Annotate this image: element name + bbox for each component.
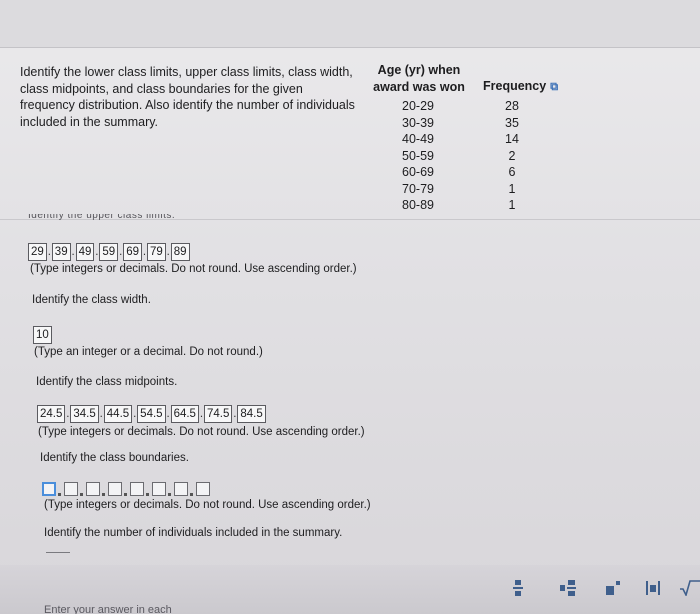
copy-table-icon[interactable]: ⧉ — [550, 81, 558, 94]
upper-limits-answers: 29. 39. 49. 59. 69. 79. 89 — [28, 243, 190, 261]
frequency-cell: 14 — [505, 132, 519, 146]
mixed-number-icon[interactable] — [555, 578, 581, 598]
boundary-input[interactable] — [174, 482, 188, 496]
boundary-input[interactable] — [152, 482, 166, 496]
frequency-cell: 28 — [505, 99, 519, 113]
age-cell: 70-79 — [402, 181, 434, 196]
boundary-input[interactable] — [86, 482, 100, 496]
age-column-header: Age (yr) when award was won — [373, 63, 465, 94]
frequency-cell: 6 — [508, 165, 516, 179]
age-cell: 80-89 — [402, 198, 434, 212]
frequency-cell: 1 — [508, 181, 516, 196]
question-text: Identify the lower class limits, upper c… — [20, 65, 355, 129]
enter-answer-hint: Enter your answer in each — [44, 604, 172, 614]
upper-limit-input[interactable]: 59 — [99, 243, 119, 261]
midpoints-answers: 24.5. 34.5. 44.5. 54.5. 64.5. 74.5. 84.5 — [37, 405, 266, 423]
upper-limits-hint: (Type integers or decimals. Do not round… — [30, 263, 357, 275]
individuals-input[interactable] — [46, 552, 70, 556]
midpoint-input[interactable]: 84.5 — [237, 405, 266, 423]
midpoint-input[interactable]: 24.5 — [37, 405, 66, 423]
upper-limit-input[interactable]: 79 — [146, 243, 166, 261]
age-cell: 20-29 — [402, 99, 434, 113]
age-cell: 50-59 — [402, 148, 434, 163]
homework-page: Identify the lower class limits, upper c… — [0, 0, 700, 614]
top-strip — [0, 0, 700, 48]
cut-off-label: Identify the upper class limits. — [28, 214, 176, 221]
boundary-input[interactable] — [108, 482, 122, 496]
age-cell: 60-69 — [402, 165, 434, 179]
midpoint-input[interactable]: 74.5 — [203, 405, 233, 423]
upper-limit-input[interactable]: 89 — [170, 243, 190, 261]
frequency-cell: 35 — [505, 115, 519, 130]
class-width-input[interactable]: 10 — [33, 326, 52, 344]
boundary-input[interactable] — [130, 482, 144, 496]
frequency-column: 28 35 14 2 6 1 1 — [492, 98, 532, 214]
midpoints-label: Identify the class midpoints. — [36, 376, 178, 388]
class-width-answer: 10 — [33, 326, 52, 344]
upper-limit-input[interactable]: 69 — [123, 243, 142, 261]
frequency-cell: 2 — [508, 148, 516, 163]
upper-limit-input[interactable]: 39 — [51, 243, 71, 261]
midpoint-input[interactable]: 64.5 — [170, 405, 199, 423]
frequency-column-header: Frequency ⧉ — [483, 79, 558, 94]
square-root-icon[interactable] — [680, 578, 700, 598]
boundaries-hint: (Type integers or decimals. Do not round… — [44, 499, 371, 511]
age-cell: 30-39 — [402, 115, 434, 130]
upper-limit-input[interactable]: 29 — [28, 243, 47, 261]
boundaries-label: Identify the class boundaries. — [40, 452, 189, 464]
boundary-input[interactable] — [42, 482, 56, 496]
midpoint-input[interactable]: 44.5 — [103, 405, 133, 423]
boundaries-answers — [42, 482, 212, 496]
boundary-input[interactable] — [196, 482, 210, 496]
absolute-value-icon[interactable] — [640, 578, 666, 598]
frequency-cell: 1 — [508, 198, 516, 212]
age-cell: 40-49 — [402, 132, 434, 146]
frequency-header-label: Frequency — [483, 79, 547, 93]
upper-limit-input[interactable]: 49 — [75, 243, 95, 261]
class-width-label: Identify the class width. — [32, 294, 151, 306]
individuals-label: Identify the number of individuals inclu… — [44, 527, 343, 539]
exponent-icon[interactable] — [600, 578, 626, 598]
midpoint-input[interactable]: 34.5 — [70, 405, 99, 423]
boundary-input[interactable] — [64, 482, 78, 496]
class-width-hint: (Type an integer or a decimal. Do not ro… — [34, 346, 263, 358]
midpoints-hint: (Type integers or decimals. Do not round… — [38, 426, 365, 438]
midpoint-input[interactable]: 54.5 — [137, 405, 166, 423]
age-column: 20-29 30-39 40-49 50-59 60-69 70-79 80-8… — [388, 98, 448, 214]
fraction-icon[interactable] — [505, 578, 531, 598]
